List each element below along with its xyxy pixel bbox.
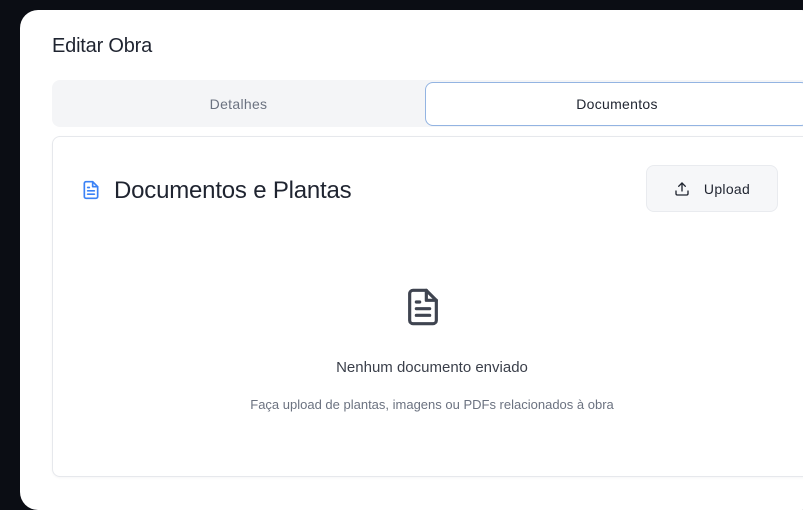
edit-obra-dialog: Editar Obra × Detalhes Documentos Docume… — [20, 10, 803, 510]
empty-state-subtitle: Faça upload de plantas, imagens ou PDFs … — [250, 397, 614, 412]
file-text-icon — [83, 180, 99, 200]
tab-list: Detalhes Documentos — [52, 80, 803, 127]
documents-card: Documentos e Plantas Upload Nenhum docum… — [52, 136, 803, 477]
dialog-title: Editar Obra — [52, 35, 153, 57]
tab-documentos[interactable]: Documentos — [425, 82, 803, 126]
documents-title: Documentos e Plantas — [114, 177, 352, 204]
upload-button[interactable]: Upload — [646, 165, 778, 212]
tab-detalhes[interactable]: Detalhes — [52, 80, 425, 127]
empty-state-title: Nenhum documento enviado — [336, 359, 528, 376]
file-text-icon — [408, 288, 438, 326]
upload-icon — [675, 181, 689, 196]
upload-label: Upload — [703, 180, 751, 197]
